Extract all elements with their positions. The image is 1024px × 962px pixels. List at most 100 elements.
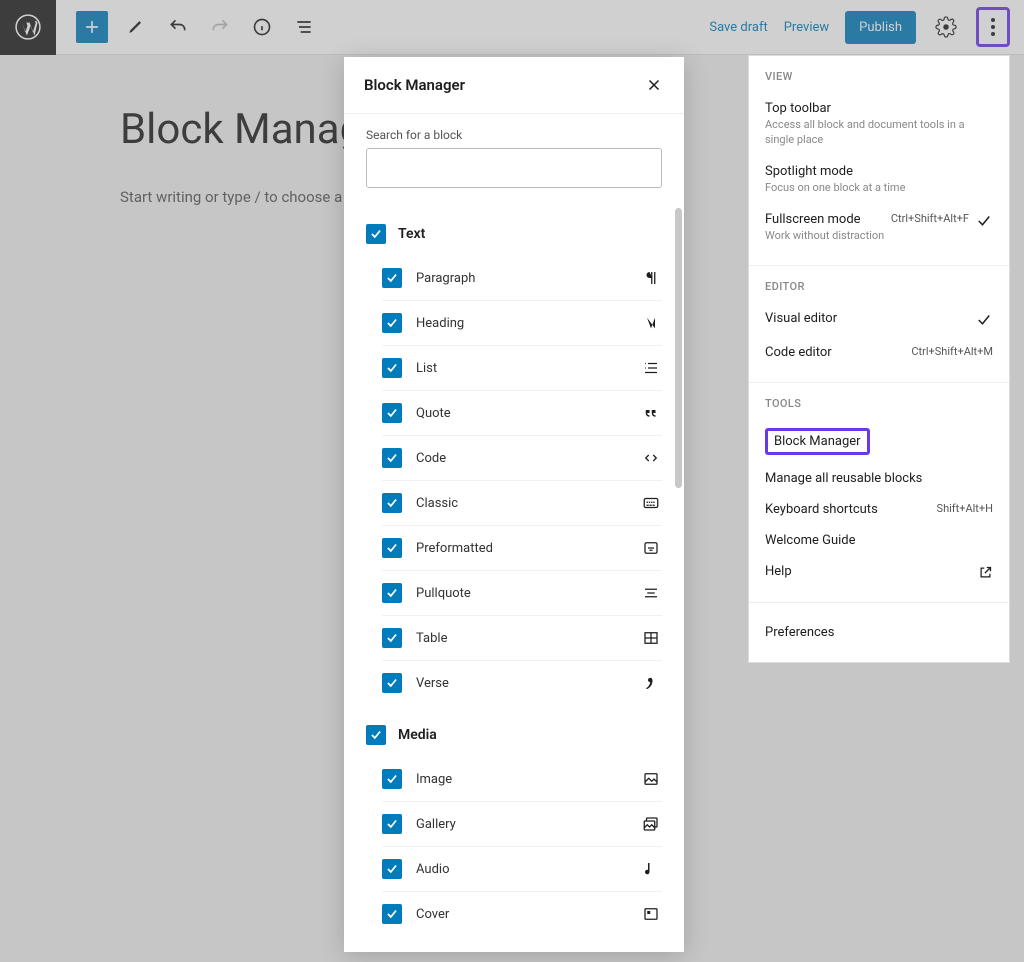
option-label: Top toolbar <box>765 101 993 116</box>
checkbox-icon[interactable] <box>382 538 402 558</box>
block-row[interactable]: Cover <box>382 891 662 936</box>
info-icon[interactable] <box>248 13 276 41</box>
external-link-icon <box>977 564 993 580</box>
preview-button[interactable]: Preview <box>784 20 829 35</box>
tool-item[interactable]: Welcome Guide <box>765 525 993 556</box>
settings-icon[interactable] <box>932 13 960 41</box>
redo-icon <box>206 13 234 41</box>
checkbox-icon[interactable] <box>382 769 402 789</box>
block-label: Table <box>416 631 626 646</box>
option-label: Manage all reusable blocks <box>765 471 922 486</box>
top-toolbar: Save draft Preview Publish <box>0 0 1024 55</box>
code-icon <box>640 449 662 467</box>
category-label: Text <box>398 226 425 242</box>
option-item[interactable]: Visual editor <box>765 303 993 337</box>
checkbox-icon[interactable] <box>382 583 402 603</box>
add-block-button[interactable] <box>76 11 108 43</box>
checkbox-icon[interactable] <box>382 268 402 288</box>
option-item[interactable]: Fullscreen mode Work without distraction C… <box>765 204 993 252</box>
option-desc: Work without distraction <box>765 229 885 244</box>
block-row[interactable]: Pullquote <box>382 570 662 615</box>
modal-title: Block Manager <box>364 76 465 94</box>
publish-button[interactable]: Publish <box>845 11 916 44</box>
checkbox-icon[interactable] <box>382 358 402 378</box>
checkbox-icon[interactable] <box>382 673 402 693</box>
outline-icon[interactable] <box>290 13 318 41</box>
pullquote-icon <box>640 584 662 602</box>
option-shortcut: Shift+Alt+H <box>937 502 993 515</box>
block-row[interactable]: Code <box>382 435 662 480</box>
block-manager-modal: Block Manager Search for a block Text Par… <box>344 57 684 952</box>
tool-item[interactable]: Block Manager <box>765 420 993 463</box>
block-row[interactable]: Verse <box>382 660 662 705</box>
option-item[interactable]: Top toolbar Access all block and document… <box>765 93 993 156</box>
option-item[interactable]: Code editorCtrl+Shift+Alt+M <box>765 337 993 368</box>
checkbox-icon[interactable] <box>382 628 402 648</box>
option-label: Keyboard shortcuts <box>765 502 878 517</box>
block-row[interactable]: Gallery <box>382 801 662 846</box>
cover-icon <box>640 905 662 923</box>
undo-icon[interactable] <box>164 13 192 41</box>
category-header[interactable]: Text <box>366 218 662 250</box>
search-label: Search for a block <box>366 128 662 142</box>
block-row[interactable]: Preformatted <box>382 525 662 570</box>
option-label: Spotlight mode <box>765 164 993 179</box>
option-desc: Access all block and document tools in a… <box>765 118 993 148</box>
option-label: Block Manager <box>765 428 870 455</box>
block-row[interactable]: Paragraph <box>382 256 662 300</box>
list-icon <box>640 359 662 377</box>
edit-tool-icon[interactable] <box>122 13 150 41</box>
checkbox-icon[interactable] <box>382 448 402 468</box>
preformatted-icon <box>640 539 662 557</box>
block-label: Gallery <box>416 817 626 832</box>
checkbox-icon[interactable] <box>382 904 402 924</box>
tool-item[interactable]: Manage all reusable blocks <box>765 463 993 494</box>
checkbox-icon[interactable] <box>366 725 386 745</box>
scrollbar-thumb[interactable] <box>675 208 682 488</box>
modal-search-area: Search for a block <box>344 114 684 196</box>
more-options-button[interactable] <box>976 7 1010 47</box>
save-draft-button[interactable]: Save draft <box>709 20 767 35</box>
checkbox-icon[interactable] <box>382 313 402 333</box>
option-label: Code editor <box>765 345 905 360</box>
preferences-item[interactable]: Preferences <box>765 617 993 648</box>
modal-body[interactable]: Text ParagraphHeadingListQuoteCodeClassic… <box>344 196 684 952</box>
block-label: Pullquote <box>416 586 626 601</box>
view-section: VIEW Top toolbar Access all block and doc… <box>749 56 1009 266</box>
category-header[interactable]: Media <box>366 719 662 751</box>
option-label: Fullscreen mode <box>765 212 885 227</box>
block-label: Preformatted <box>416 541 626 556</box>
classic-icon <box>640 494 662 512</box>
options-menu: VIEW Top toolbar Access all block and doc… <box>748 55 1010 663</box>
tool-item[interactable]: Keyboard shortcuts Shift+Alt+H <box>765 494 993 525</box>
block-label: Cover <box>416 907 626 922</box>
block-row[interactable]: Audio <box>382 846 662 891</box>
option-item[interactable]: Spotlight modeFocus on one block at a ti… <box>765 156 993 204</box>
heading-icon <box>640 315 662 331</box>
block-row[interactable]: Table <box>382 615 662 660</box>
checkbox-icon[interactable] <box>382 859 402 879</box>
checkbox-icon[interactable] <box>382 403 402 423</box>
checkbox-icon[interactable] <box>366 224 386 244</box>
block-label: Audio <box>416 862 626 877</box>
audio-icon <box>640 860 662 878</box>
verse-icon <box>640 674 662 692</box>
block-row[interactable]: Image <box>382 757 662 801</box>
block-row[interactable]: Quote <box>382 390 662 435</box>
close-icon[interactable] <box>644 75 664 95</box>
checkbox-icon[interactable] <box>382 814 402 834</box>
checkbox-icon[interactable] <box>382 493 402 513</box>
paragraph-icon <box>640 269 662 287</box>
category-label: Media <box>398 727 437 743</box>
block-row[interactable]: List <box>382 345 662 390</box>
view-heading: VIEW <box>765 70 993 83</box>
editor-heading: EDITOR <box>765 280 993 293</box>
wordpress-logo[interactable] <box>0 0 56 55</box>
block-row[interactable]: Heading <box>382 300 662 345</box>
block-row[interactable]: Classic <box>382 480 662 525</box>
search-input[interactable] <box>366 148 662 188</box>
option-shortcut: Ctrl+Shift+Alt+F <box>891 212 969 225</box>
tool-item[interactable]: Help <box>765 556 993 588</box>
editor-section: EDITOR Visual editorCode editorCtrl+Shif… <box>749 266 1009 383</box>
check-icon <box>975 212 993 230</box>
